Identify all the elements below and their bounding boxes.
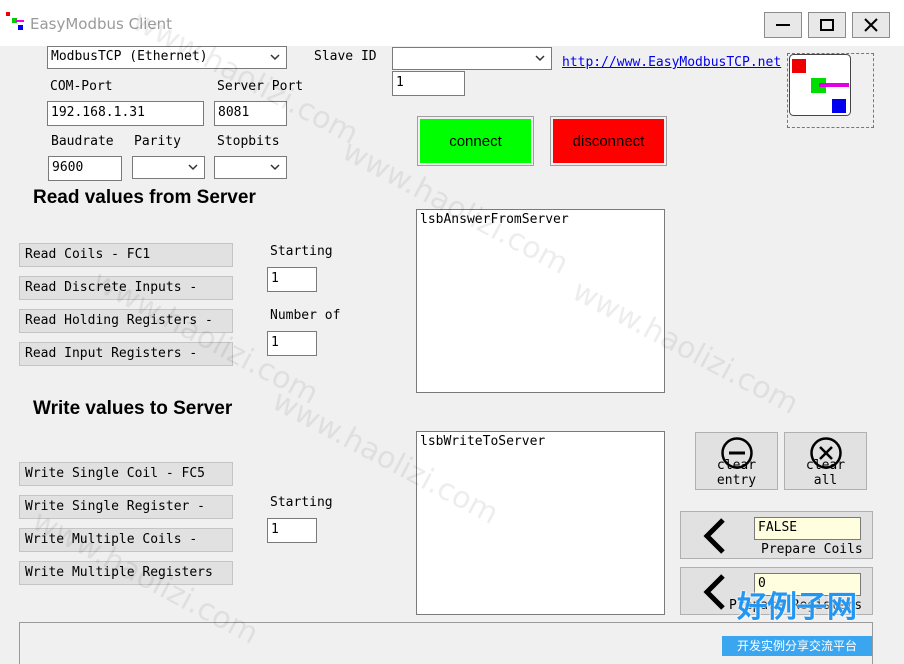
- com-port-label: COM-Port: [50, 79, 113, 94]
- close-icon: [864, 18, 878, 32]
- write-multiple-coils-button[interactable]: Write Multiple Coils -: [19, 528, 233, 552]
- clear-entry-button[interactable]: clear entry: [695, 432, 778, 490]
- brand-watermark-sub: 开发实例分享交流平台: [722, 636, 872, 656]
- stopbits-label: Stopbits: [217, 134, 280, 149]
- chevron-down-icon: [270, 54, 280, 61]
- list-item: lsbAnswerFromServer: [420, 212, 569, 227]
- write-starting-input[interactable]: 1: [267, 518, 317, 543]
- parity-combo[interactable]: [132, 156, 205, 179]
- answer-from-server-list[interactable]: lsbAnswerFromServer: [416, 209, 665, 393]
- brand-watermark: 好例子网: [737, 590, 857, 625]
- slave-id-combo[interactable]: [392, 47, 552, 70]
- chevron-down-icon: [270, 164, 280, 171]
- clear-all-button[interactable]: clear all: [784, 432, 867, 490]
- read-coils-button[interactable]: Read Coils - FC1: [19, 243, 233, 267]
- connect-button[interactable]: connect: [417, 116, 534, 166]
- ip-address-input[interactable]: 192.168.1.31: [47, 101, 204, 126]
- window-title: EasyModbus Client: [30, 15, 173, 33]
- read-discrete-inputs-button[interactable]: Read Discrete Inputs -: [19, 276, 233, 300]
- chevron-down-icon: [535, 55, 545, 62]
- clear-entry-label-1: clear: [716, 458, 757, 473]
- baudrate-label: Baudrate: [51, 134, 114, 149]
- slave-id-label: Slave ID: [314, 49, 377, 64]
- read-input-registers-button[interactable]: Read Input Registers -: [19, 342, 233, 366]
- prepare-coils-label: Prepare Coils: [761, 542, 863, 557]
- title-bar: EasyModbus Client: [0, 0, 904, 46]
- read-starting-input[interactable]: 1: [267, 267, 317, 292]
- read-number-label: Number of: [270, 308, 341, 323]
- maximize-icon: [820, 19, 834, 31]
- minimize-icon: [776, 24, 790, 26]
- write-single-coil-button[interactable]: Write Single Coil - FC5: [19, 462, 233, 486]
- coils-value-input[interactable]: FALSE: [754, 517, 861, 540]
- minimize-button[interactable]: [764, 12, 802, 38]
- chevron-left-icon: [703, 518, 725, 554]
- disconnect-button[interactable]: disconnect: [550, 116, 667, 166]
- prepare-coils-button[interactable]: FALSE Prepare Coils: [680, 511, 873, 559]
- app-icon: [6, 12, 24, 30]
- clear-all-label-1: clear: [805, 458, 846, 473]
- write-to-server-list[interactable]: lsbWriteToServer: [416, 431, 665, 615]
- close-button[interactable]: [852, 12, 890, 38]
- server-port-input[interactable]: 8081: [214, 101, 287, 126]
- slave-id-input[interactable]: 1: [392, 71, 465, 96]
- connection-mode-value: ModbusTCP (Ethernet): [51, 49, 208, 64]
- write-starting-label: Starting: [270, 495, 333, 510]
- list-item: lsbWriteToServer: [420, 434, 546, 449]
- read-holding-registers-button[interactable]: Read Holding Registers -: [19, 309, 233, 333]
- clear-entry-label-2: entry: [716, 473, 757, 488]
- clear-all-label-2: all: [813, 473, 838, 488]
- easymodbus-link[interactable]: http://www.EasyModbusTCP.net: [562, 55, 781, 70]
- server-port-label: Server Port: [217, 79, 304, 94]
- baudrate-input[interactable]: 9600: [48, 156, 122, 181]
- chevron-down-icon: [188, 164, 198, 171]
- connection-mode-combo[interactable]: ModbusTCP (Ethernet): [47, 46, 287, 69]
- write-section-title: Write values to Server: [33, 398, 233, 419]
- write-single-register-button[interactable]: Write Single Register -: [19, 495, 233, 519]
- maximize-button[interactable]: [808, 12, 846, 38]
- read-number-input[interactable]: 1: [267, 331, 317, 356]
- read-starting-label: Starting: [270, 244, 333, 259]
- stopbits-combo[interactable]: [214, 156, 287, 179]
- parity-label: Parity: [134, 134, 181, 149]
- read-section-title: Read values from Server: [33, 187, 256, 208]
- easymodbus-logo: [789, 54, 851, 116]
- write-multiple-registers-button[interactable]: Write Multiple Registers: [19, 561, 233, 585]
